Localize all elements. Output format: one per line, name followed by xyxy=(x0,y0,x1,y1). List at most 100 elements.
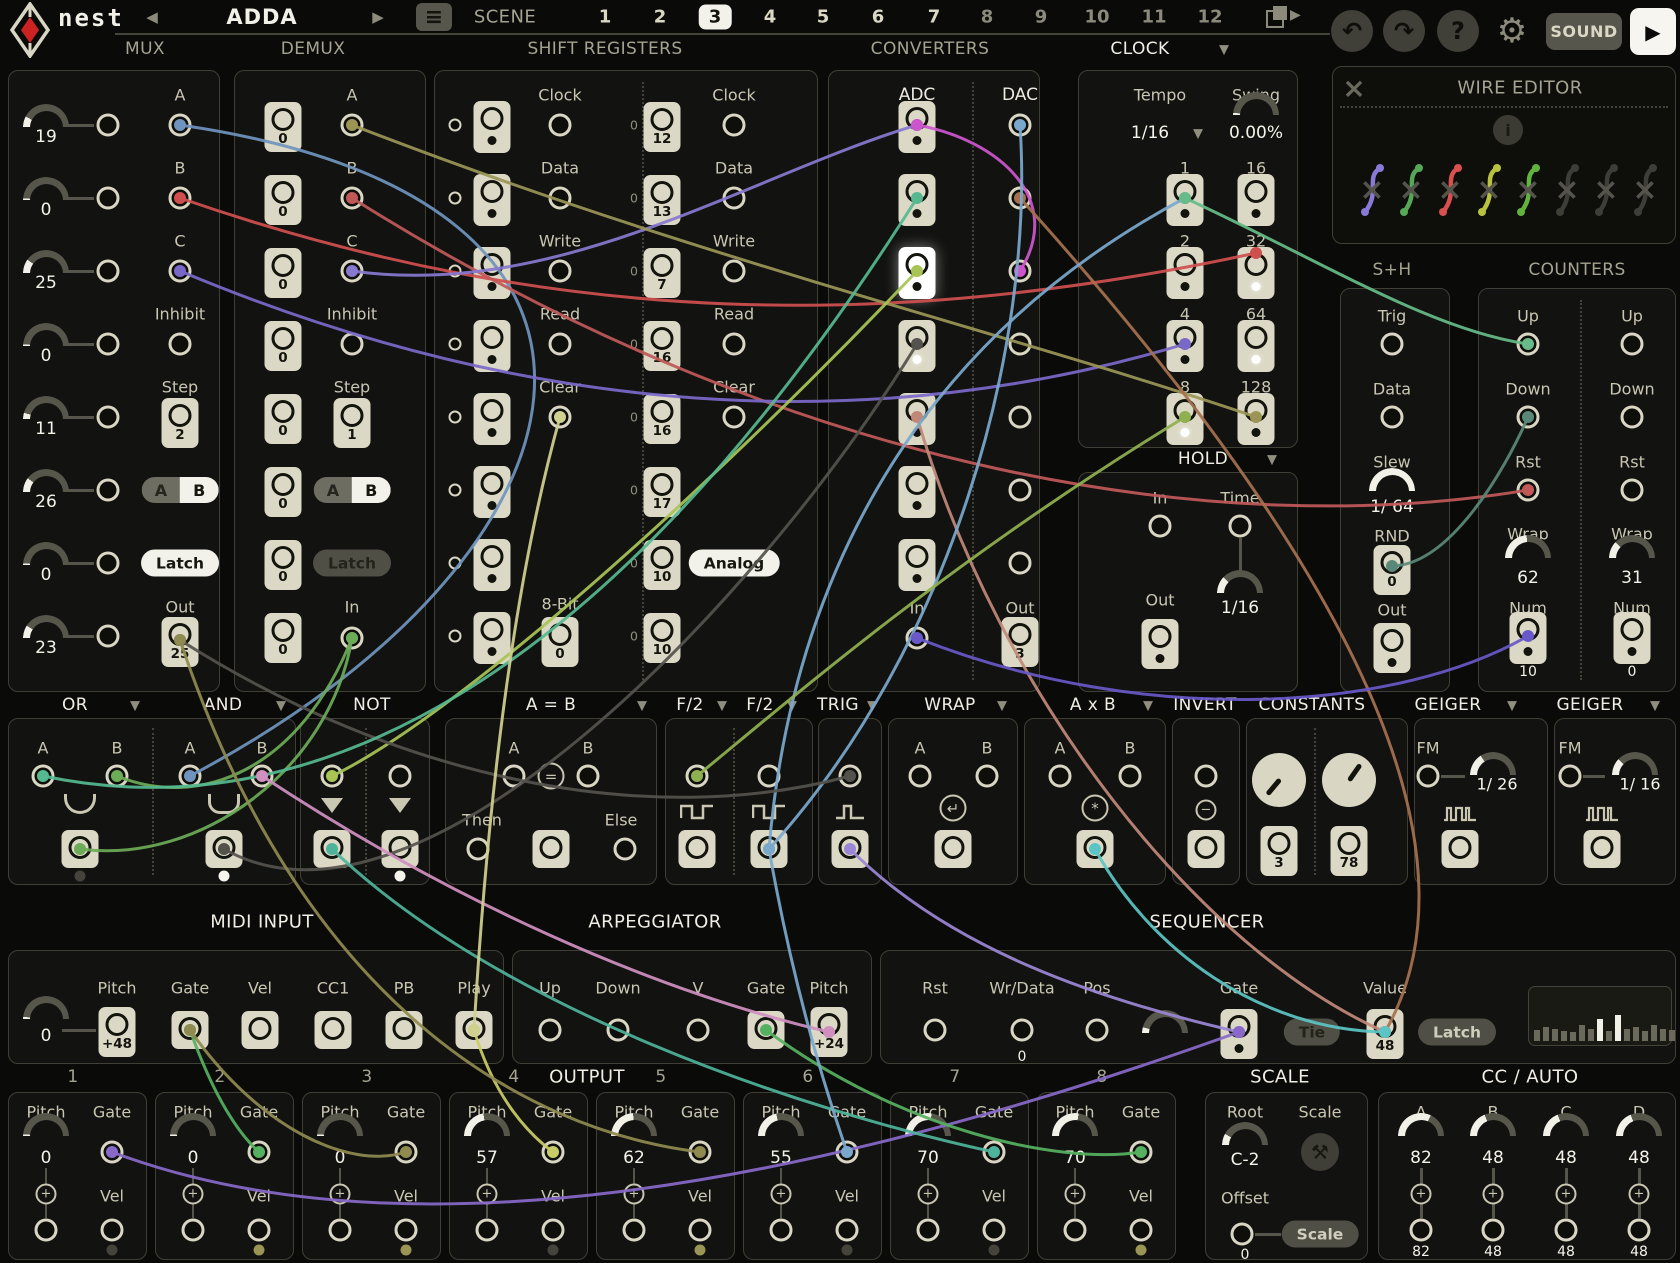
aeb-else-port[interactable] xyxy=(614,838,637,861)
demux-out-port-6[interactable]: 0 xyxy=(265,467,302,517)
sr1-write-port[interactable] xyxy=(549,260,572,283)
sr1-stage-port-4[interactable] xyxy=(474,320,511,372)
sr2-stage-port-5[interactable]: 16 xyxy=(644,394,681,444)
seq-step-6[interactable] xyxy=(1579,1025,1585,1041)
sh-out-port[interactable] xyxy=(1374,623,1411,673)
arp-down-port[interactable] xyxy=(607,1019,630,1042)
midi-play-port[interactable] xyxy=(456,1011,493,1049)
demux-in-port[interactable] xyxy=(341,627,364,650)
arp-up-port[interactable] xyxy=(539,1019,562,1042)
scene-7-button[interactable]: 7 xyxy=(928,7,941,28)
or-dropdown-icon[interactable]: ▼ xyxy=(130,699,140,714)
sr1-stage-port-6[interactable] xyxy=(474,466,511,518)
constant1-knob[interactable] xyxy=(1252,753,1306,807)
header-wrap[interactable]: WRAP xyxy=(924,695,975,715)
ch5-gate-port[interactable] xyxy=(689,1141,712,1164)
cc-c-port[interactable] xyxy=(1555,1219,1578,1242)
demux-output-a-port[interactable] xyxy=(341,114,364,137)
demux-output-c-port[interactable] xyxy=(341,260,364,283)
adc-in-port-7[interactable] xyxy=(899,539,936,591)
seq-step-11[interactable] xyxy=(1624,1029,1630,1041)
sr2-clock-port[interactable] xyxy=(723,114,746,137)
wire-slot-7[interactable]: × xyxy=(1593,160,1619,220)
or-a-port[interactable] xyxy=(32,765,55,788)
demux-output-b-port[interactable] xyxy=(341,187,364,210)
sr1-stage-port-1[interactable] xyxy=(474,101,511,153)
demux-step-port[interactable]: 1 xyxy=(334,398,371,448)
demux-out-port-1[interactable]: 0 xyxy=(265,102,302,152)
demux-inhibit-port[interactable] xyxy=(341,333,364,356)
ch2-pitch-port[interactable] xyxy=(182,1219,205,1242)
wrap-out-port[interactable] xyxy=(935,830,972,868)
sr1-tap-port-7[interactable] xyxy=(449,557,462,570)
trig-out-port[interactable] xyxy=(832,830,869,868)
scale-edit-icon[interactable]: ⚒ xyxy=(1301,1133,1339,1171)
arp-v-port[interactable] xyxy=(687,1019,710,1042)
seq-rst-port[interactable] xyxy=(924,1019,947,1042)
seq-wrdata-port[interactable] xyxy=(1011,1019,1034,1042)
help-button[interactable]: ? xyxy=(1437,10,1479,52)
mux-row-port-6[interactable] xyxy=(97,479,120,502)
sr1-tap-port-4[interactable] xyxy=(449,338,462,351)
seq-step-16[interactable] xyxy=(1669,1030,1675,1041)
cc-a-port[interactable] xyxy=(1410,1219,1433,1242)
midi-pb-port[interactable] xyxy=(386,1011,423,1049)
sr2-stage-port-2[interactable]: 13 xyxy=(644,175,681,225)
seq-step-13[interactable] xyxy=(1642,1031,1648,1041)
sr2-stage-port-8[interactable]: 10 xyxy=(644,613,681,663)
dac-in-port-2[interactable] xyxy=(1009,187,1032,210)
mux-inhibit-port[interactable] xyxy=(169,333,192,356)
sr1-tap-port-5[interactable] xyxy=(449,411,462,424)
header-geiger-1[interactable]: GEIGER xyxy=(1414,695,1481,715)
sr1-tap-port-6[interactable] xyxy=(449,484,462,497)
header-clock[interactable]: CLOCK xyxy=(1110,39,1169,59)
preset-menu-icon[interactable]: ≡ xyxy=(416,3,452,31)
ch5-vel-port[interactable] xyxy=(689,1219,712,1242)
trig-dropdown-icon[interactable]: ▼ xyxy=(867,699,877,714)
or-b-port[interactable] xyxy=(106,765,129,788)
next-preset-button[interactable]: ▶ xyxy=(372,8,384,26)
ch1-gate-port[interactable] xyxy=(101,1141,124,1164)
sr1-stage-port-2[interactable] xyxy=(474,174,511,226)
sh-slew-value[interactable]: 1/ 64 xyxy=(1370,497,1414,517)
f2-2-dropdown-icon[interactable]: ▼ xyxy=(787,699,797,714)
undo-button[interactable]: ↶ xyxy=(1331,10,1373,52)
f2-1-in-port[interactable] xyxy=(686,765,709,788)
wire-slot-5[interactable]: × xyxy=(1515,160,1541,220)
dac-in-port-3[interactable] xyxy=(1009,260,1032,283)
clock-div-4-port[interactable] xyxy=(1167,320,1204,372)
axb-out-port[interactable] xyxy=(1077,830,1114,868)
scene-2-button[interactable]: 2 xyxy=(654,7,667,28)
shift-8bit-port[interactable]: 0 xyxy=(542,617,579,667)
scene-1-button[interactable]: 1 xyxy=(599,7,612,28)
ch3-gate-port[interactable] xyxy=(395,1141,418,1164)
shift-analog-button[interactable]: Analog xyxy=(689,550,780,577)
clock-div-2-port[interactable] xyxy=(1167,247,1204,299)
counter2-num-port[interactable] xyxy=(1614,612,1651,664)
mux-row-port-8[interactable] xyxy=(97,625,120,648)
demux-out-port-4[interactable]: 0 xyxy=(265,321,302,371)
aeb-then-port[interactable] xyxy=(467,838,490,861)
ch7-pitch-port[interactable] xyxy=(917,1219,940,1242)
cc-b-port[interactable] xyxy=(1482,1219,1505,1242)
geiger2-out-port[interactable] xyxy=(1584,830,1621,868)
sr2-stage-port-1[interactable]: 12 xyxy=(644,102,681,152)
sr1-tap-port-2[interactable] xyxy=(449,192,462,205)
seq-latch-button[interactable]: Latch xyxy=(1418,1019,1496,1046)
not2-out-port[interactable] xyxy=(382,830,419,868)
sr1-tap-port-8[interactable] xyxy=(449,630,462,643)
f2-1-out-port[interactable] xyxy=(679,830,716,868)
wire-editor-close-icon[interactable]: × xyxy=(1342,72,1365,105)
dac-out-port[interactable]: 3 xyxy=(1002,617,1039,667)
demux-out-port-7[interactable]: 0 xyxy=(265,540,302,590)
scene-6-button[interactable]: 6 xyxy=(872,7,885,28)
counter2-up-port[interactable] xyxy=(1621,333,1644,356)
info-icon[interactable]: i xyxy=(1493,115,1523,145)
axb-dropdown-icon[interactable]: ▼ xyxy=(1143,699,1153,714)
header-f2-2[interactable]: F/2 xyxy=(746,695,774,715)
adc-in-port-6[interactable] xyxy=(899,466,936,518)
arp-pitch-port[interactable]: +24 xyxy=(811,1007,848,1057)
clock-div-128-port[interactable] xyxy=(1238,393,1275,445)
demux-out-port-3[interactable]: 0 xyxy=(265,248,302,298)
prev-preset-button[interactable]: ◀ xyxy=(146,8,158,26)
